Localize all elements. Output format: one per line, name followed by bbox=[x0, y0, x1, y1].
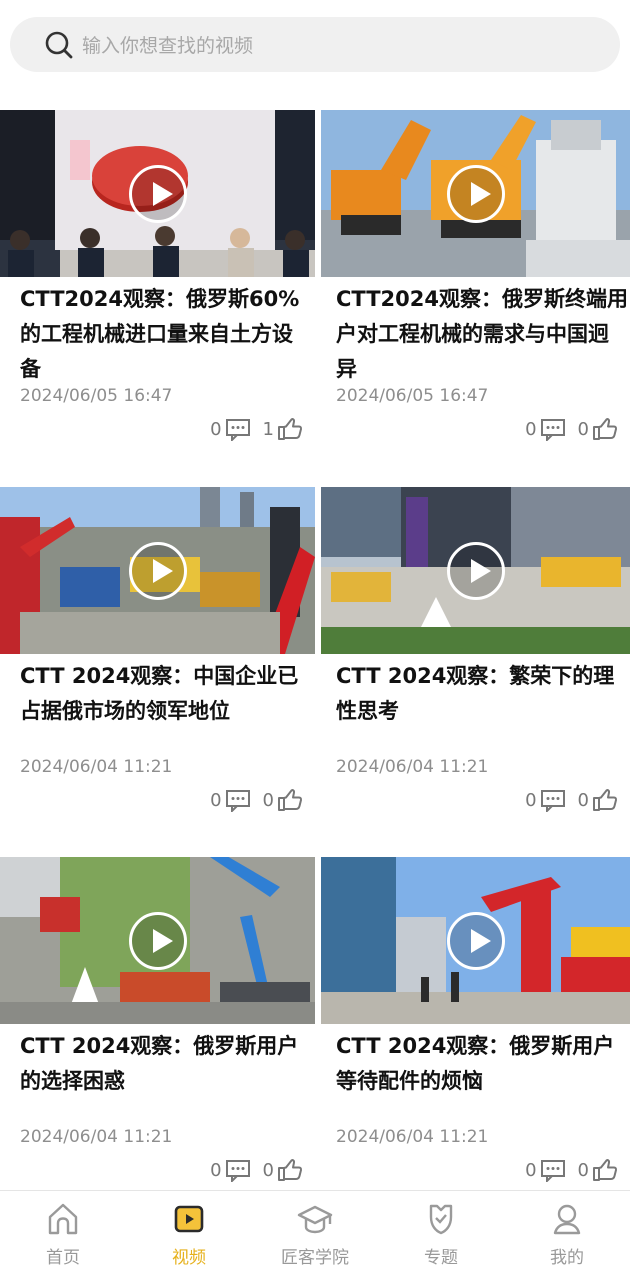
like-count: 0 bbox=[262, 789, 274, 811]
search-placeholder: 输入你想查找的视频 bbox=[82, 35, 254, 57]
video-stats: 0 0 bbox=[210, 1158, 303, 1182]
thumbs-up-icon[interactable] bbox=[277, 788, 303, 812]
video-title[interactable]: CTT 2024观察：中国企业已占据俄市场的领军地位 bbox=[20, 659, 312, 729]
tab-home[interactable]: 首页 bbox=[0, 1191, 126, 1280]
tab-academy[interactable]: 匠客学院 bbox=[252, 1191, 378, 1280]
video-thumbnail[interactable] bbox=[321, 487, 630, 654]
home-icon bbox=[48, 1203, 78, 1235]
video-stats: 0 0 bbox=[210, 788, 303, 812]
tab-label: 匠客学院 bbox=[281, 1248, 349, 1268]
comment-count: 0 bbox=[525, 789, 537, 811]
search-bar[interactable]: 输入你想查找的视频 bbox=[10, 17, 620, 72]
comment-icon[interactable] bbox=[540, 1158, 566, 1182]
video-thumbnail[interactable] bbox=[321, 110, 630, 277]
tab-video[interactable]: 视频 bbox=[126, 1191, 252, 1280]
like-count: 1 bbox=[262, 418, 274, 440]
play-icon[interactable] bbox=[446, 911, 505, 970]
tab-label: 首页 bbox=[46, 1248, 80, 1268]
video-date: 2024/06/04 11:21 bbox=[336, 1127, 489, 1147]
video-stats: 0 0 bbox=[525, 788, 618, 812]
search-icon bbox=[45, 31, 73, 58]
video-card[interactable]: CTT2024观察：俄罗斯60%的工程机械进口量来自土方设备 2024/06/0… bbox=[0, 110, 315, 480]
graduation-cap-icon bbox=[297, 1205, 333, 1234]
video-card[interactable]: CTT2024观察：俄罗斯终端用户对工程机械的需求与中国迥异 2024/06/0… bbox=[315, 110, 630, 480]
comment-icon[interactable] bbox=[225, 1158, 251, 1182]
video-thumbnail[interactable] bbox=[321, 857, 630, 1024]
thumbs-up-icon[interactable] bbox=[592, 1158, 618, 1182]
play-icon[interactable] bbox=[446, 541, 505, 600]
tab-label: 视频 bbox=[172, 1248, 206, 1268]
video-date: 2024/06/05 16:47 bbox=[20, 386, 173, 406]
video-stats: 0 0 bbox=[525, 1158, 618, 1182]
like-count: 0 bbox=[577, 418, 589, 440]
video-card[interactable]: CTT 2024观察：俄罗斯用户的选择困惑 2024/06/04 11:21 0… bbox=[0, 857, 315, 1227]
video-card[interactable]: CTT 2024观察：中国企业已占据俄市场的领军地位 2024/06/04 11… bbox=[0, 487, 315, 857]
comment-icon[interactable] bbox=[225, 788, 251, 812]
thumbs-up-icon[interactable] bbox=[592, 788, 618, 812]
comment-icon[interactable] bbox=[540, 417, 566, 441]
user-icon bbox=[553, 1204, 581, 1235]
video-card[interactable]: CTT 2024观察：俄罗斯用户等待配件的烦恼 2024/06/04 11:21… bbox=[315, 857, 630, 1227]
tab-label: 我的 bbox=[550, 1248, 584, 1268]
video-title[interactable]: CTT 2024观察：俄罗斯用户等待配件的烦恼 bbox=[336, 1029, 628, 1099]
tab-topics[interactable]: 专题 bbox=[378, 1191, 504, 1280]
video-thumbnail[interactable] bbox=[0, 857, 315, 1024]
video-date: 2024/06/04 11:21 bbox=[336, 757, 489, 777]
like-count: 0 bbox=[577, 789, 589, 811]
video-date: 2024/06/04 11:21 bbox=[20, 757, 173, 777]
tab-profile[interactable]: 我的 bbox=[504, 1191, 630, 1280]
comment-count: 0 bbox=[525, 1159, 537, 1181]
video-title[interactable]: CTT 2024观察：俄罗斯用户的选择困惑 bbox=[20, 1029, 312, 1099]
like-count: 0 bbox=[577, 1159, 589, 1181]
comment-count: 0 bbox=[210, 1159, 222, 1181]
comment-count: 0 bbox=[525, 418, 537, 440]
thumbs-up-icon[interactable] bbox=[277, 1158, 303, 1182]
video-title[interactable]: CTT 2024观察：繁荣下的理性思考 bbox=[336, 659, 628, 729]
video-stats: 0 1 bbox=[210, 417, 303, 441]
comment-count: 0 bbox=[210, 789, 222, 811]
video-title[interactable]: CTT2024观察：俄罗斯终端用户对工程机械的需求与中国迥异 bbox=[336, 282, 628, 387]
play-icon[interactable] bbox=[128, 911, 187, 970]
play-icon[interactable] bbox=[446, 164, 505, 223]
bottom-tab-bar: 首页 视频 匠客学院 专题 我的 bbox=[0, 1190, 630, 1280]
thumbs-up-icon[interactable] bbox=[277, 417, 303, 441]
video-thumbnail[interactable] bbox=[0, 110, 315, 277]
comment-count: 0 bbox=[210, 418, 222, 440]
badge-icon bbox=[429, 1204, 453, 1235]
video-date: 2024/06/05 16:47 bbox=[336, 386, 489, 406]
thumbs-up-icon[interactable] bbox=[592, 417, 618, 441]
comment-icon[interactable] bbox=[540, 788, 566, 812]
video-date: 2024/06/04 11:21 bbox=[20, 1127, 173, 1147]
video-title[interactable]: CTT2024观察：俄罗斯60%的工程机械进口量来自土方设备 bbox=[20, 282, 312, 387]
video-stats: 0 0 bbox=[525, 417, 618, 441]
play-icon[interactable] bbox=[128, 164, 187, 223]
tab-label: 专题 bbox=[424, 1248, 458, 1268]
video-thumbnail[interactable] bbox=[0, 487, 315, 654]
video-card[interactable]: CTT 2024观察：繁荣下的理性思考 2024/06/04 11:21 0 0 bbox=[315, 487, 630, 857]
like-count: 0 bbox=[262, 1159, 274, 1181]
play-icon[interactable] bbox=[128, 541, 187, 600]
video-icon bbox=[174, 1205, 204, 1233]
comment-icon[interactable] bbox=[225, 417, 251, 441]
